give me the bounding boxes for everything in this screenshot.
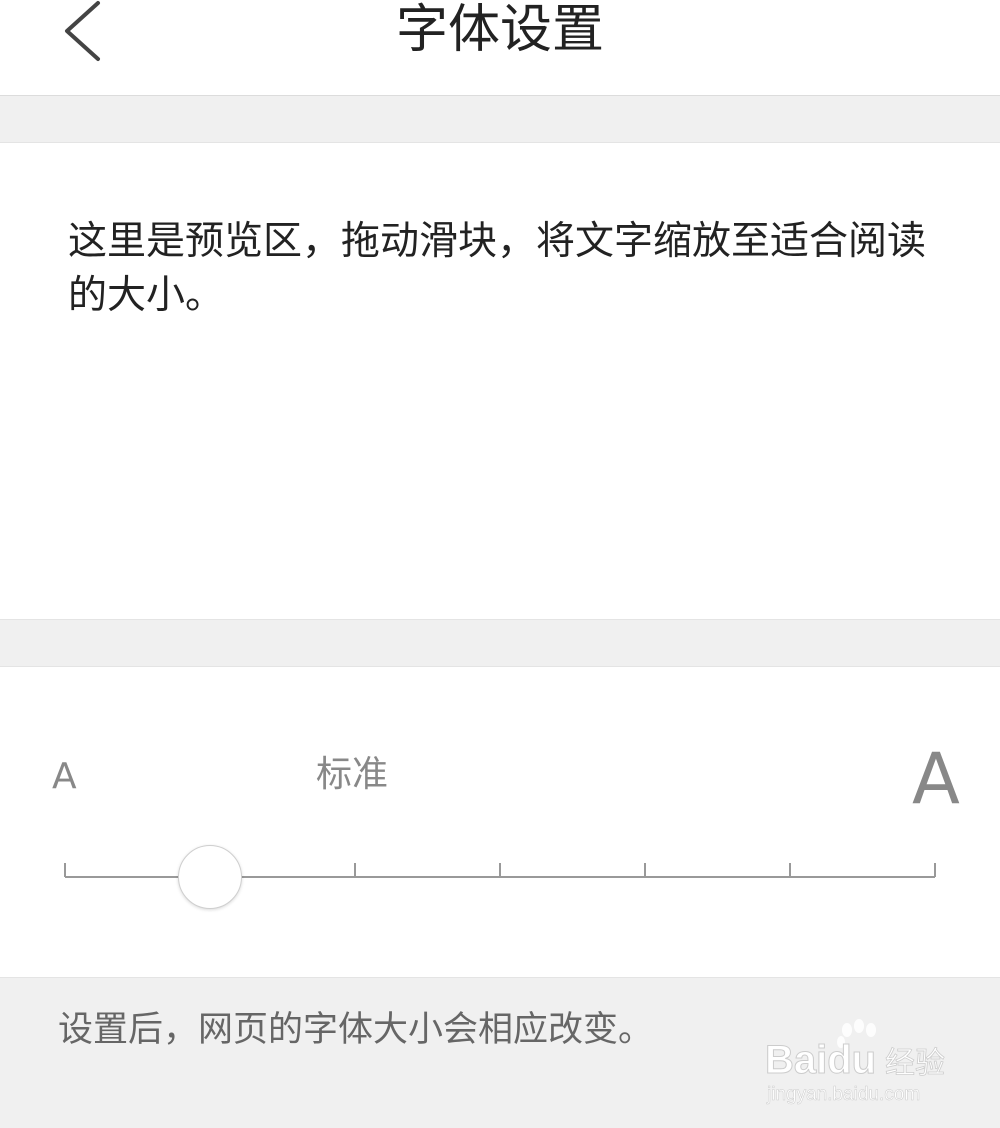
font-settings-page: 字体设置 这里是预览区，拖动滑块，将文字缩放至适合阅读的大小。 A 标准 A 设… (0, 0, 1000, 1128)
back-button[interactable] (50, 0, 120, 70)
header-bar: 字体设置 (0, 0, 1000, 96)
large-font-label: A (912, 738, 960, 820)
small-font-label: A (52, 756, 77, 797)
preview-area: 这里是预览区，拖动滑块，将文字缩放至适合阅读的大小。 (0, 142, 1000, 620)
chevron-left-icon (65, 1, 100, 61)
watermark-url: jingyan.baidu.com (766, 1084, 920, 1105)
paw-icon (837, 1019, 876, 1048)
watermark-product: 经验 (885, 1046, 945, 1081)
baidu-jingyan-watermark: Baidu 经验 jingyan.baidu.com (765, 1019, 945, 1105)
footer-note: 设置后，网页的字体大小会相应改变。 (58, 1010, 654, 1050)
preview-text: 这里是预览区，拖动滑块，将文字缩放至适合阅读的大小。 (68, 219, 927, 318)
standard-size-label: 标准 (316, 754, 389, 795)
slider-track[interactable] (0, 837, 1000, 897)
slider-thumb[interactable] (178, 845, 242, 909)
page-title: 字体设置 (395, 0, 604, 60)
font-size-slider-panel: A 标准 A (0, 666, 1000, 978)
watermark-brand: Baidu (765, 1038, 876, 1082)
